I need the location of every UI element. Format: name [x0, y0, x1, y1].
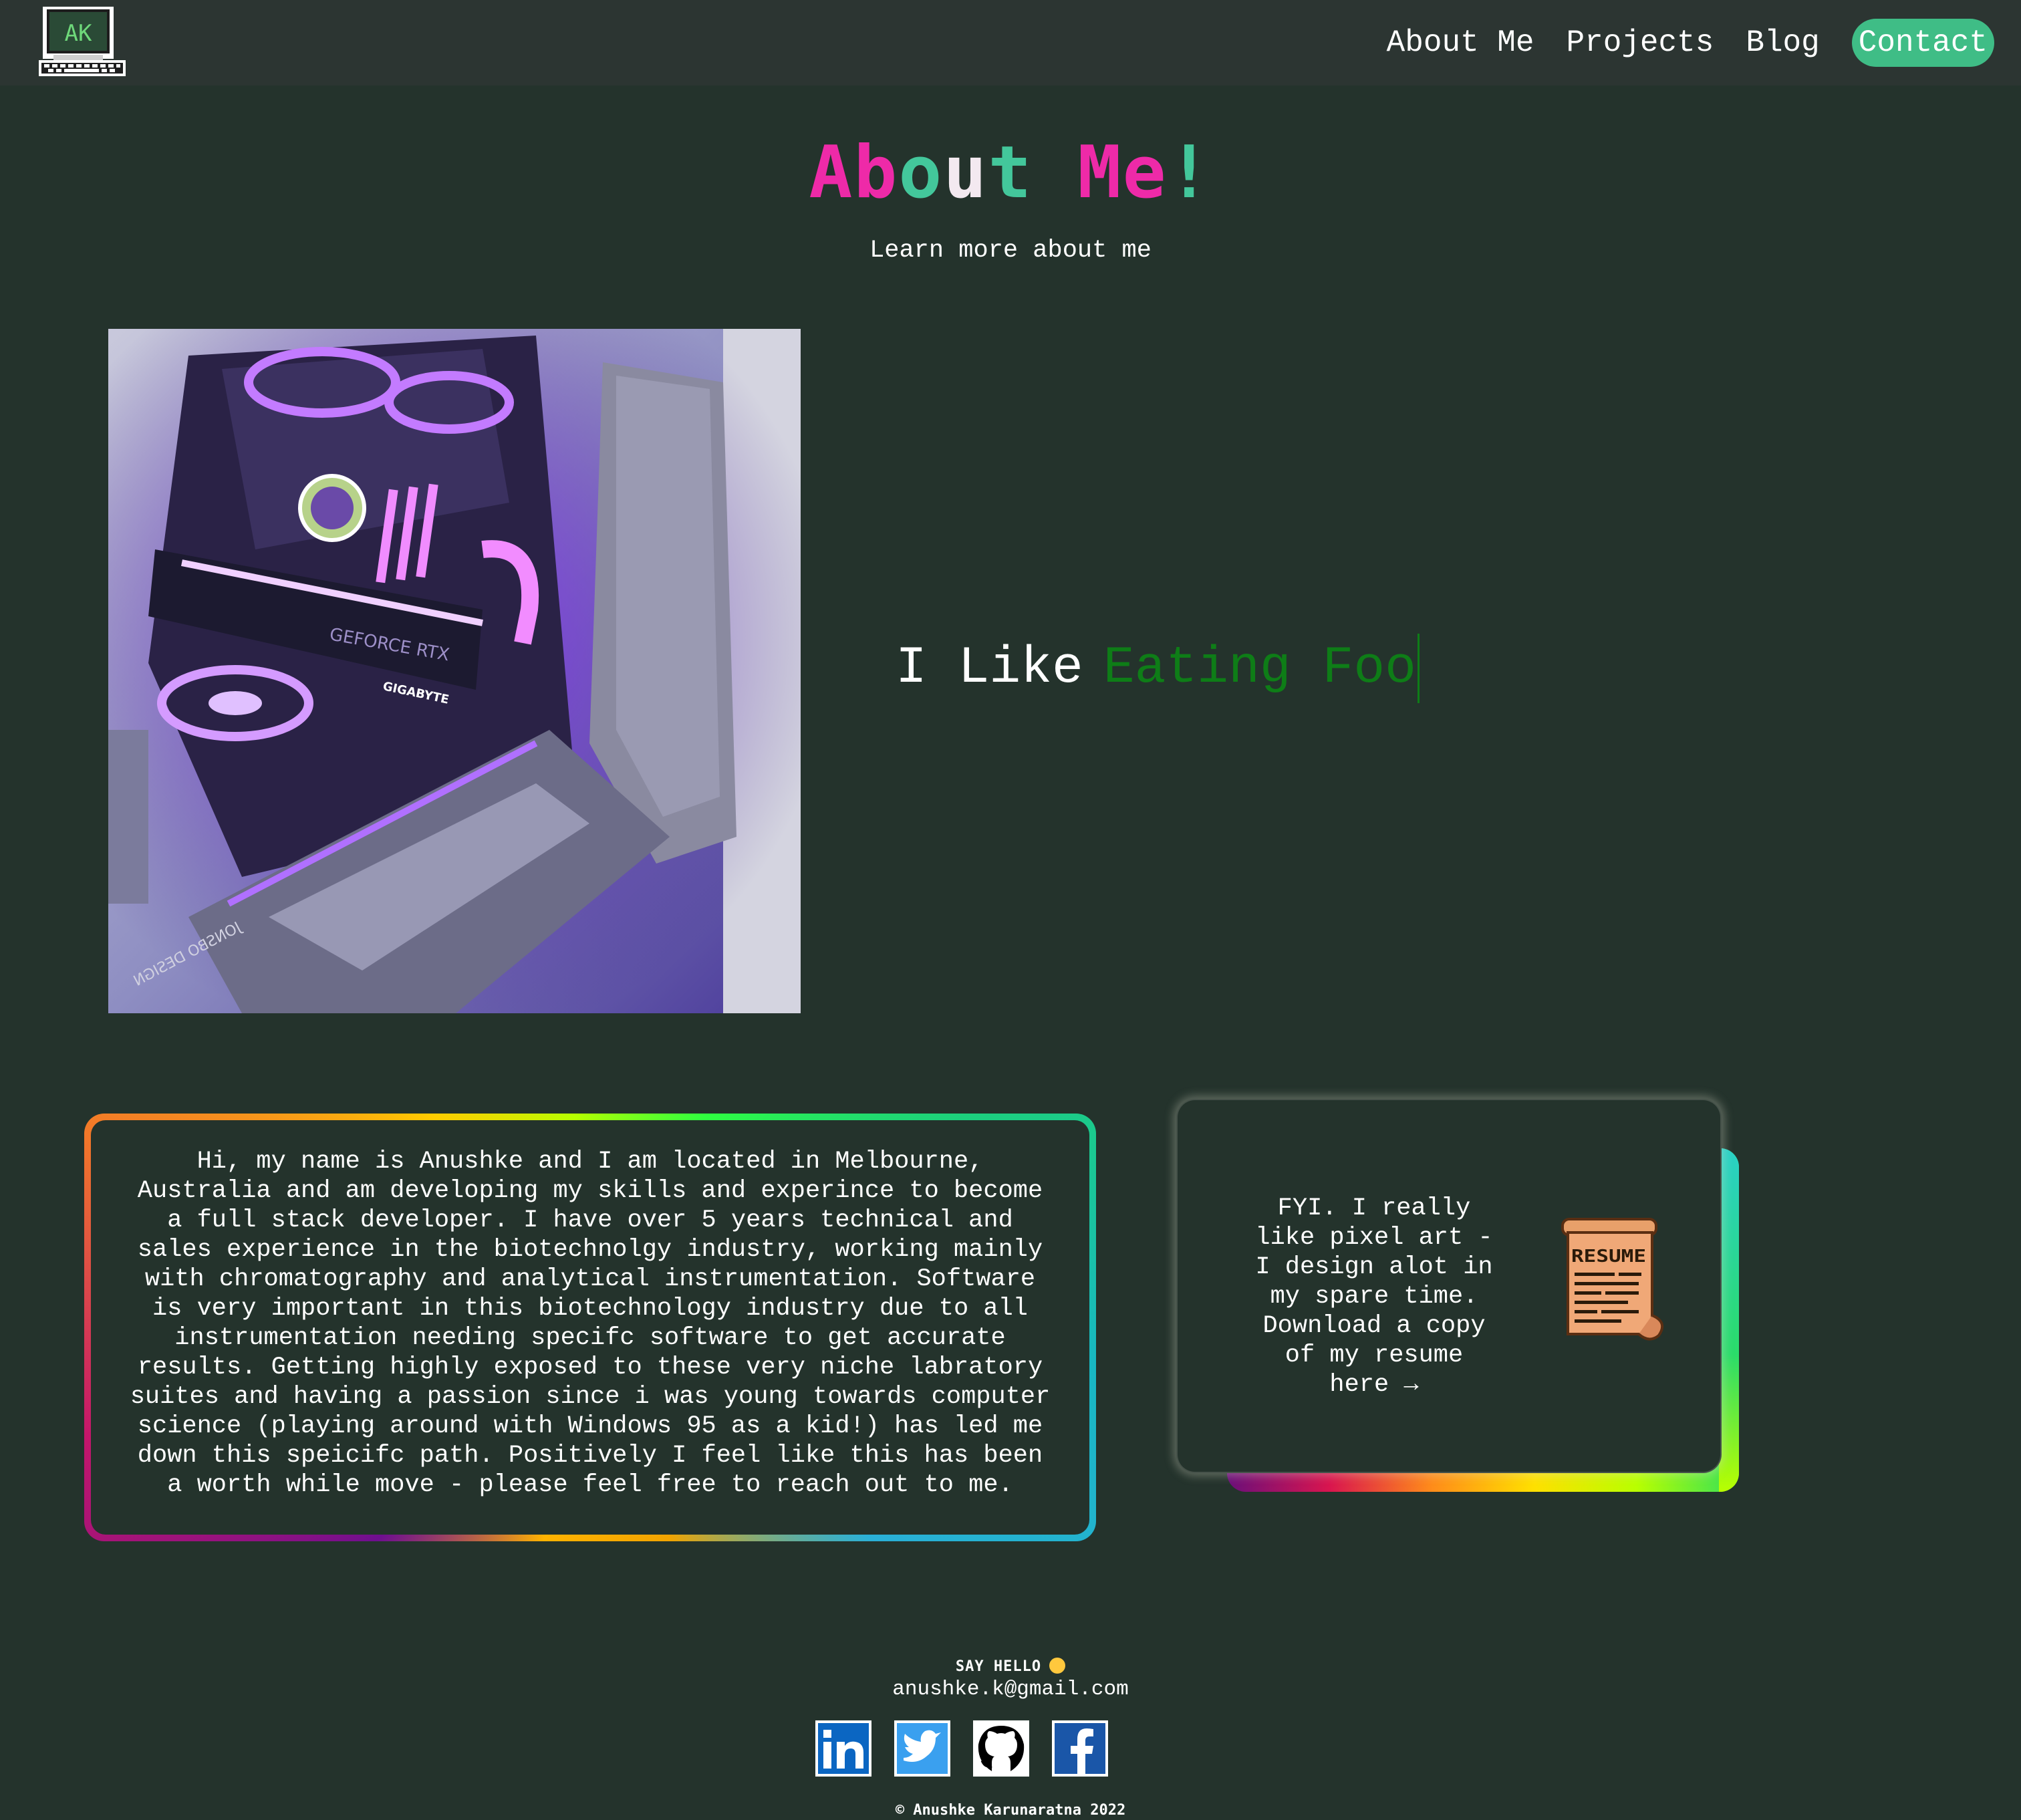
page-title-char: u [943, 131, 988, 215]
say-hello-heading: SAY HELLO [0, 1658, 2021, 1675]
page-title: About Me! [0, 131, 2021, 215]
nav-blog[interactable]: Blog [1746, 25, 1819, 60]
smile-emoji-icon [1049, 1658, 1066, 1674]
resume-card: FYI. I really like pixel art - I design … [1176, 1099, 1722, 1473]
facebook-icon[interactable] [1052, 1720, 1108, 1777]
page-title-char: e [1122, 131, 1168, 215]
nav-links: About Me Projects Blog Contact [1355, 17, 1994, 68]
page-title-char: t [988, 131, 1033, 215]
github-icon[interactable] [973, 1720, 1029, 1777]
page-title-char: ! [1167, 131, 1212, 215]
resume-icon-label: RESUME [1571, 1247, 1646, 1267]
page-title-char: b [853, 131, 899, 215]
nav-about-me[interactable]: About Me [1387, 25, 1534, 60]
twitter-icon[interactable] [894, 1720, 950, 1777]
page-title-char [1033, 131, 1078, 215]
page-title-char: M [1077, 131, 1123, 215]
logo-text: AK [65, 20, 92, 47]
email-link[interactable]: anushke.k@gmail.com [0, 1678, 2021, 1701]
resume-scroll-icon[interactable]: RESUME [1559, 1215, 1672, 1345]
ak-computer-logo-icon[interactable]: AK [39, 5, 126, 78]
typing-headline: I Like Eating Foo [896, 634, 1420, 703]
bio-card: Hi, my name is Anushke and I am located … [84, 1114, 1096, 1541]
say-hello-text: SAY HELLO [955, 1658, 1042, 1675]
linkedin-icon[interactable] [815, 1720, 871, 1777]
typing-dynamic: Eating Foo [1103, 639, 1416, 698]
pc-build-photo: GEFORCE RTX GIGABYTE JONSBO DESIGN [108, 329, 801, 1013]
typing-static: I Like [896, 639, 1083, 698]
navbar: AK About Me Projects Blog Contact [0, 0, 2021, 86]
contact-button[interactable]: Contact [1851, 19, 1994, 67]
bio-text: Hi, my name is Anushke and I am located … [91, 1120, 1089, 1535]
social-links [815, 1720, 1131, 1777]
typing-cursor [1417, 634, 1420, 703]
page-title-char: A [809, 131, 854, 215]
copyright: © Anushke Karunaratna 2022 [895, 1802, 1126, 1819]
resume-download-text[interactable]: FYI. I really like pixel art - I design … [1247, 1194, 1501, 1400]
page-subtitle: Learn more about me [869, 237, 1152, 265]
nav-projects[interactable]: Projects [1567, 25, 1714, 60]
page-title-char: o [898, 131, 944, 215]
